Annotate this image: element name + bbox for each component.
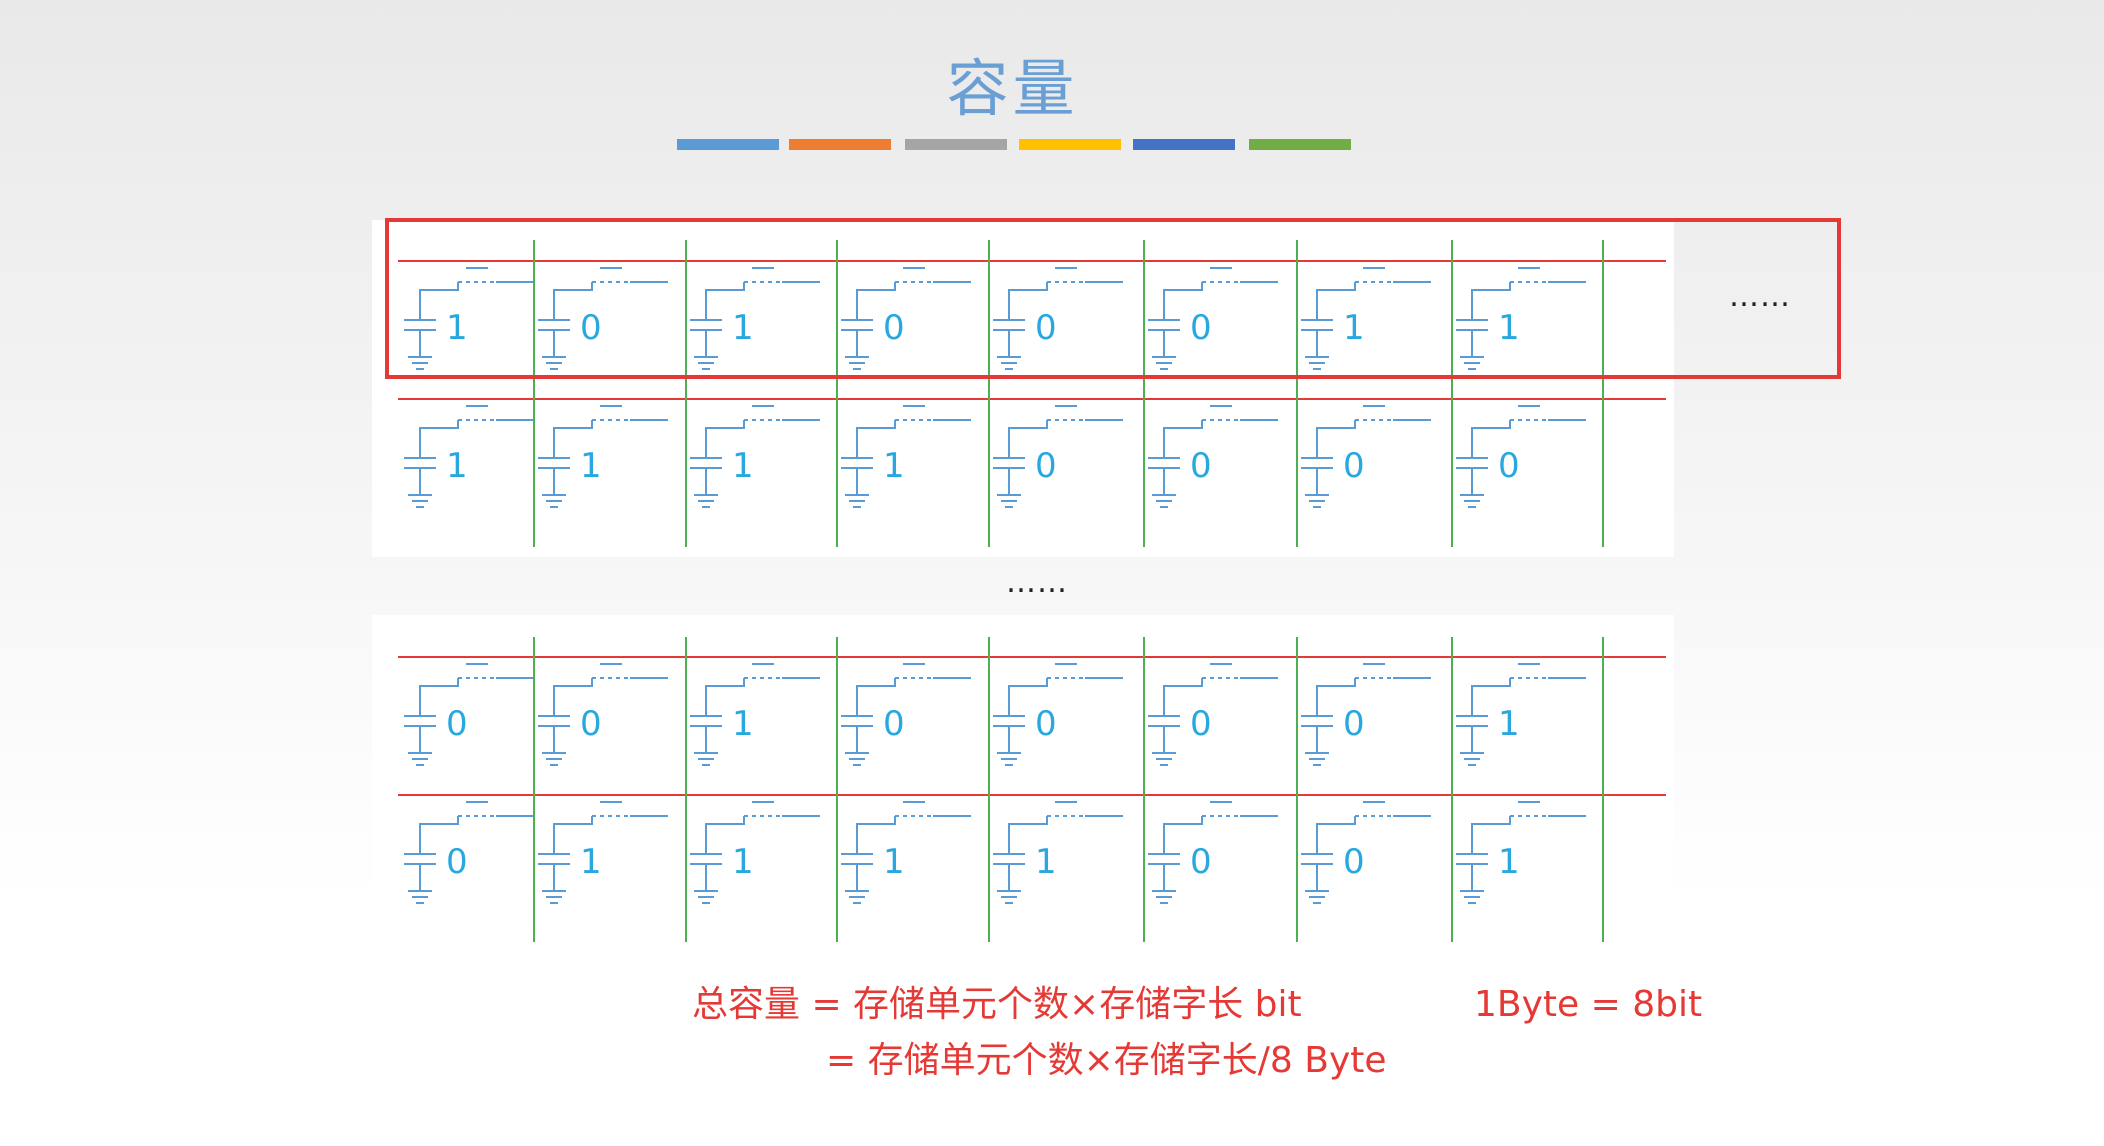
cell-bottom-array-r1-c4-bit-value: 0 [883,704,905,744]
cell-bottom-array-r2-c1-bit-value: 0 [446,842,468,882]
byte-bit-conversion: 1Byte = 8bit [1474,984,1703,1025]
cell-top-array-r2-c4-bit-value: 1 [883,446,905,486]
cell-top-array-r2-c5-bit-value: 0 [1035,446,1057,486]
cell-top-array-r2-c2-bit-value: 1 [580,446,602,486]
cell-bottom-array-r1-c5-bit-value: 0 [1035,704,1057,744]
capacity-formula-line2: = 存储单元个数×存储字长/8 Byte [826,1040,1387,1081]
cell-bottom-array-r1-c6-bit-value: 0 [1190,704,1212,744]
slide: 容量 10100011111100000010000101111001 …… …… [0,0,2104,1146]
array-continuation-ellipsis: …… [1006,565,1068,600]
cell-bottom-array-r2-c3-bit-value: 1 [732,842,754,882]
cell-bottom-array-r1-c2-bit-value: 0 [580,704,602,744]
cell-bottom-array-r2-c2-bit-value: 1 [580,842,602,882]
cell-bottom-array-r1-c7-bit-value: 0 [1343,704,1365,744]
cell-bottom-array-r2-c4-bit-value: 1 [883,842,905,882]
cell-bottom-array-r2-c5-bit-value: 1 [1035,842,1057,882]
cell-bottom-array-r2-c7-bit-value: 0 [1343,842,1365,882]
cell-bottom-array-r2-c8-bit-value: 1 [1498,842,1520,882]
cell-top-array-r2-c6-bit-value: 0 [1190,446,1212,486]
cell-bottom-array-r2-c6-bit-value: 0 [1190,842,1212,882]
cell-top-array-r2-c7-bit-value: 0 [1343,446,1365,486]
cell-top-array-r2-c1-bit-value: 1 [446,446,468,486]
cell-bottom-array-r1-c1-bit-value: 0 [446,704,468,744]
row-continuation-ellipsis: …… [1729,279,1791,314]
cell-bottom-array-r1-c8-bit-value: 1 [1498,704,1520,744]
cell-top-array-r2-c8-bit-value: 0 [1498,446,1520,486]
cell-bottom-array-r1-c3-bit-value: 1 [732,704,754,744]
cell-top-array-r2-c3-bit-value: 1 [732,446,754,486]
capacity-formula-line1: 总容量 = 存储单元个数×存储字长 bit [692,984,1302,1025]
storage-word-highlight-box [385,218,1841,379]
